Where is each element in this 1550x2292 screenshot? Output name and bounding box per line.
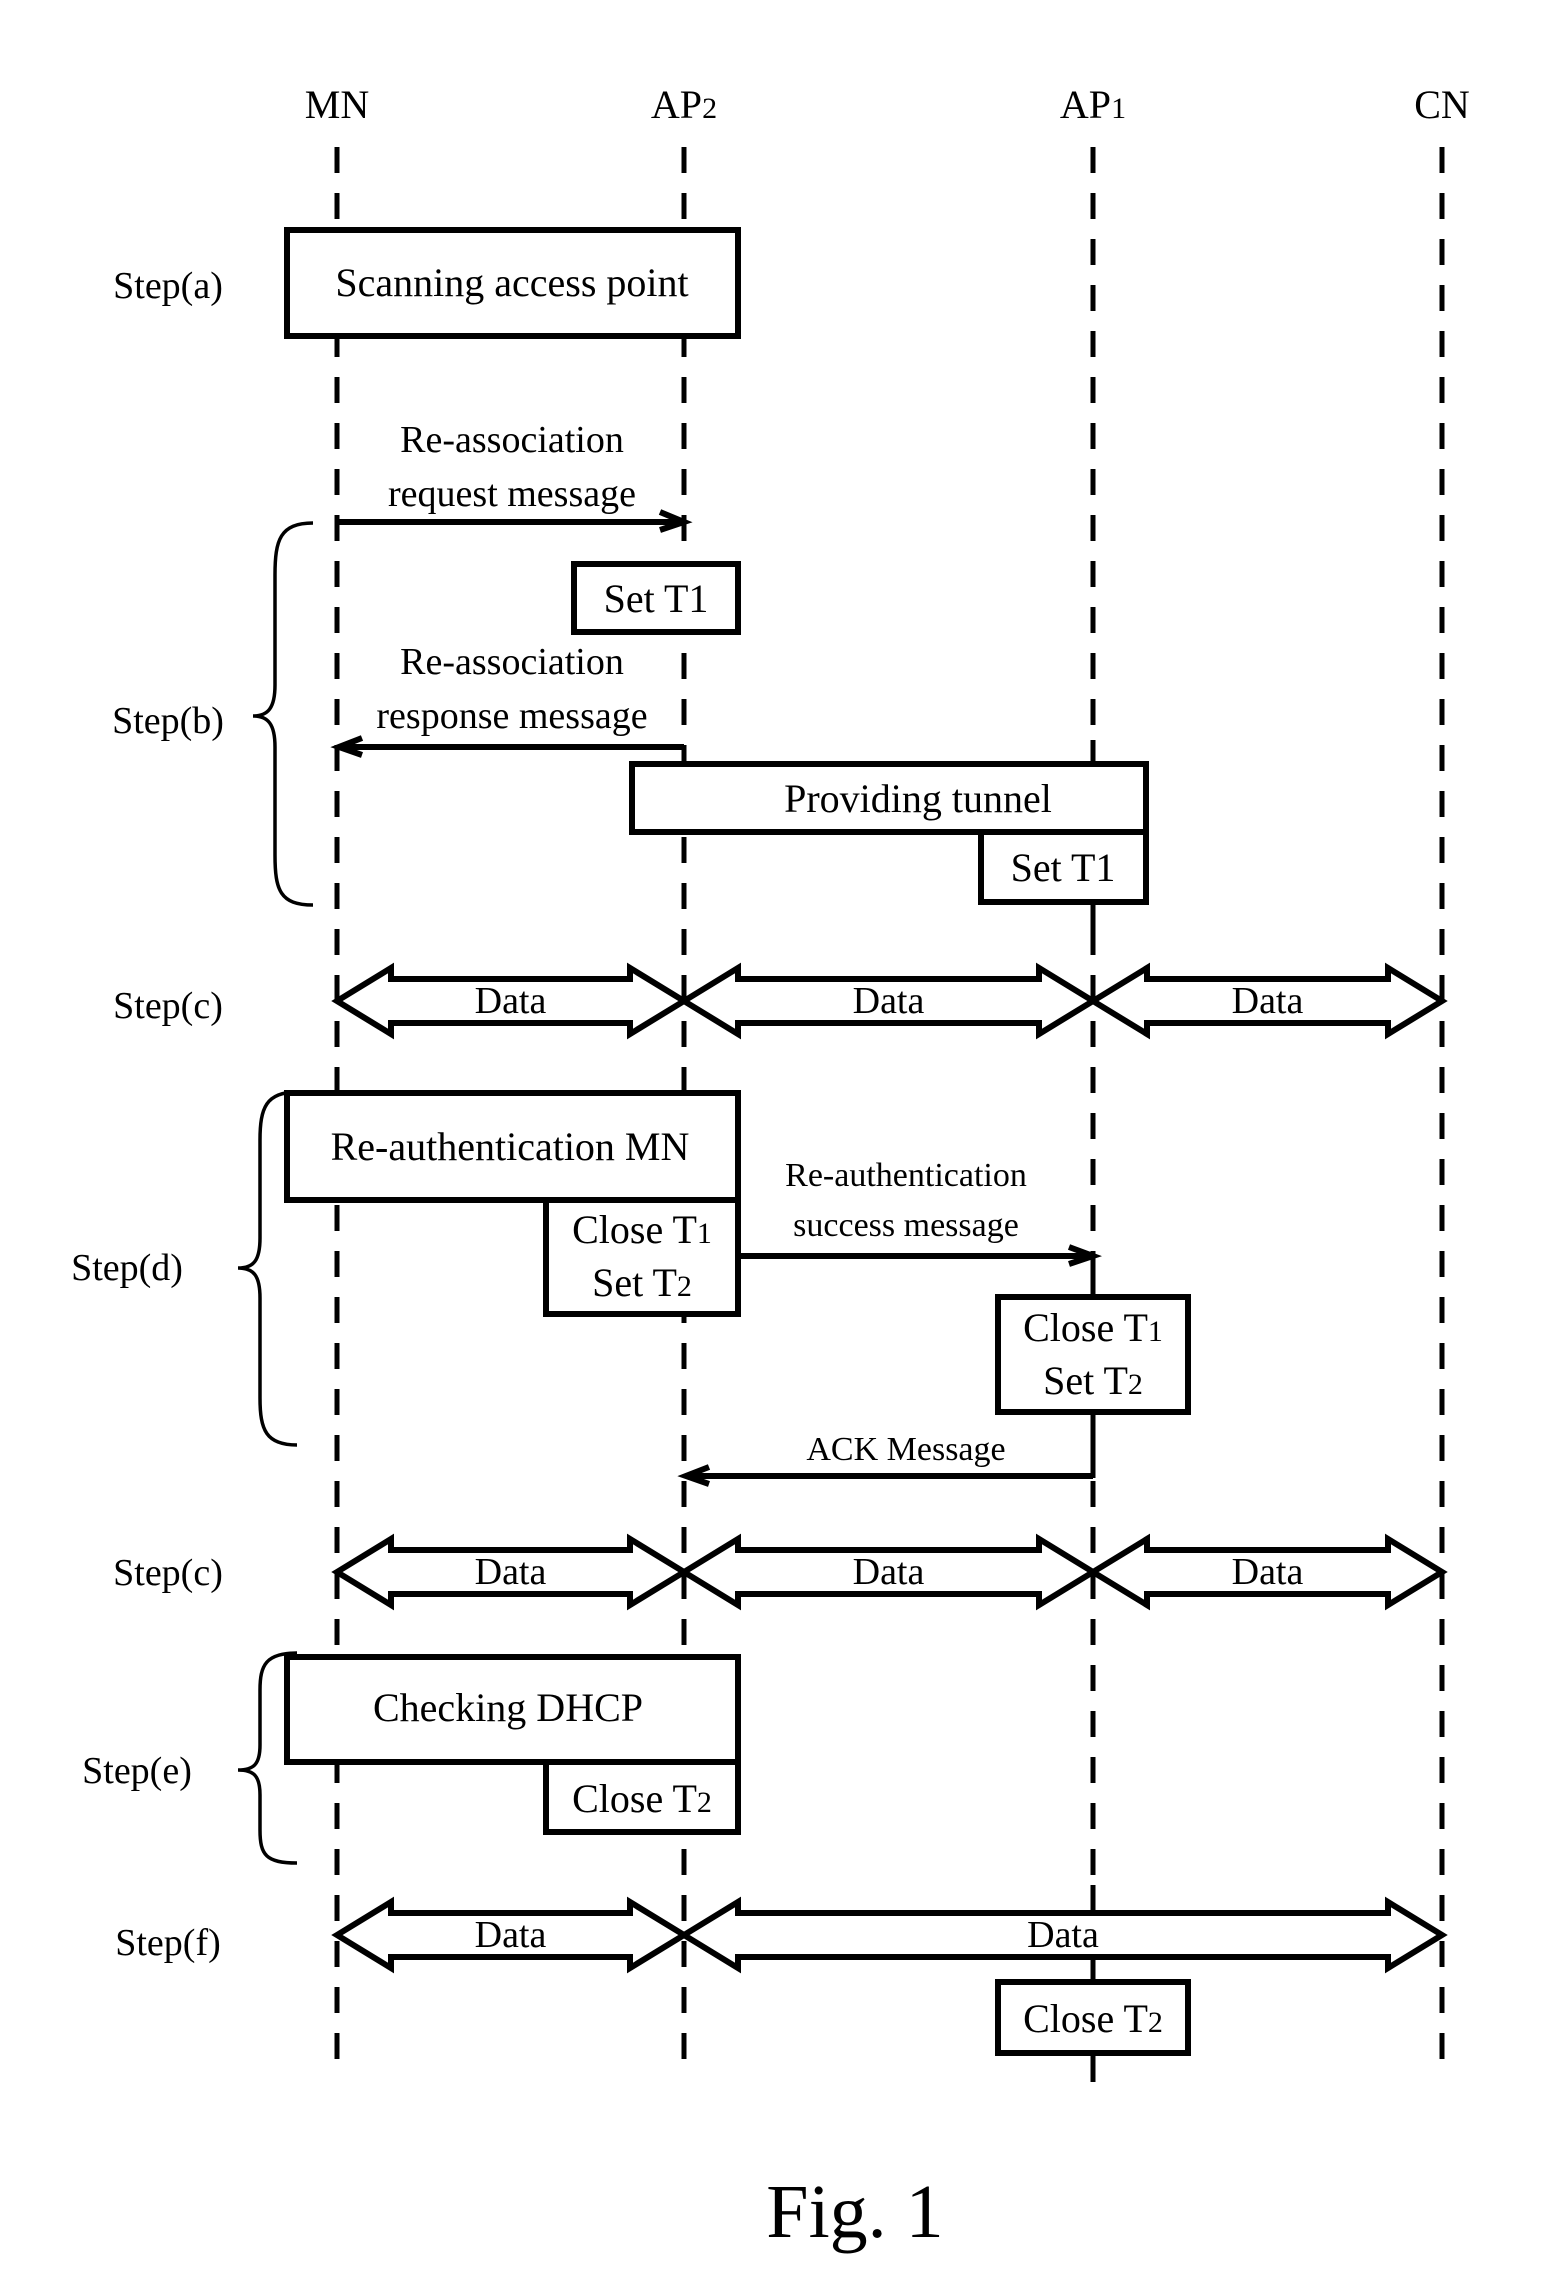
step-f-data-label: Data [1027,1914,1099,1956]
step-c2-data-label: Data [475,1551,547,1593]
step-c2-data-label: Data [853,1551,925,1593]
step-c2-label: Step(c) [113,1552,223,1594]
step-f-data-label: Data [475,1914,547,1956]
ack-message-arrow [677,1464,1093,1487]
step-b-label: Step(b) [112,700,224,742]
reassoc-response-text-line2: response message [376,695,647,737]
reassoc-request-text-line2: request message [388,473,636,515]
entity-mn-label: MN [305,82,369,127]
reauth-success-arrow [738,1244,1102,1267]
entity-cn-label: CN [1414,82,1470,127]
scanning-access-point-text: Scanning access point [335,260,688,305]
reassoc-response-arrow [330,735,684,758]
reauth-success-text-line1: Re-authentication [785,1157,1027,1194]
reassoc-request-text-line1: Re-association [400,419,624,461]
step-e-label: Step(e) [82,1750,192,1792]
step-c1-data-label: Data [1232,980,1304,1022]
step-b-brace [252,521,314,907]
step-f-label: Step(f) [115,1922,221,1964]
ap1-close-t2-text: Close T2 [1023,1996,1163,2041]
checking-dhcp-text: Checking DHCP [373,1685,643,1730]
ap2-close-t1-text: Close T1 [572,1207,712,1252]
ap2-close-t2-text: Close T2 [572,1776,712,1821]
entity-ap1-label: AP1 [1060,82,1126,127]
sequence-diagram: MN AP2 AP1 CN Step(a) Step(b) Step(c) St… [71,82,1470,2254]
figure-caption: Fig. 1 [766,2170,943,2254]
step-a-label: Step(a) [113,265,223,307]
step-c1-label: Step(c) [113,985,223,1027]
reassoc-response-text-line1: Re-association [400,641,624,683]
step-c2-data-label: Data [1232,1551,1304,1593]
entity-ap2-label: AP2 [651,82,717,127]
ap1-set-t1-text: Set T1 [1011,845,1116,890]
ap1-close-t1-text: Close T1 [1023,1305,1163,1350]
reauth-mn-text: Re-authentication MN [331,1124,690,1169]
ap2-set-t1-text: Set T1 [604,576,709,621]
step-c1-data-label: Data [853,980,925,1022]
providing-tunnel-text: Providing tunnel [784,776,1052,821]
reauth-success-text-line2: success message [793,1207,1019,1244]
step-c1-data-label: Data [475,980,547,1022]
ack-message-text: ACK Message [806,1431,1005,1468]
step-d-label: Step(d) [71,1247,183,1289]
